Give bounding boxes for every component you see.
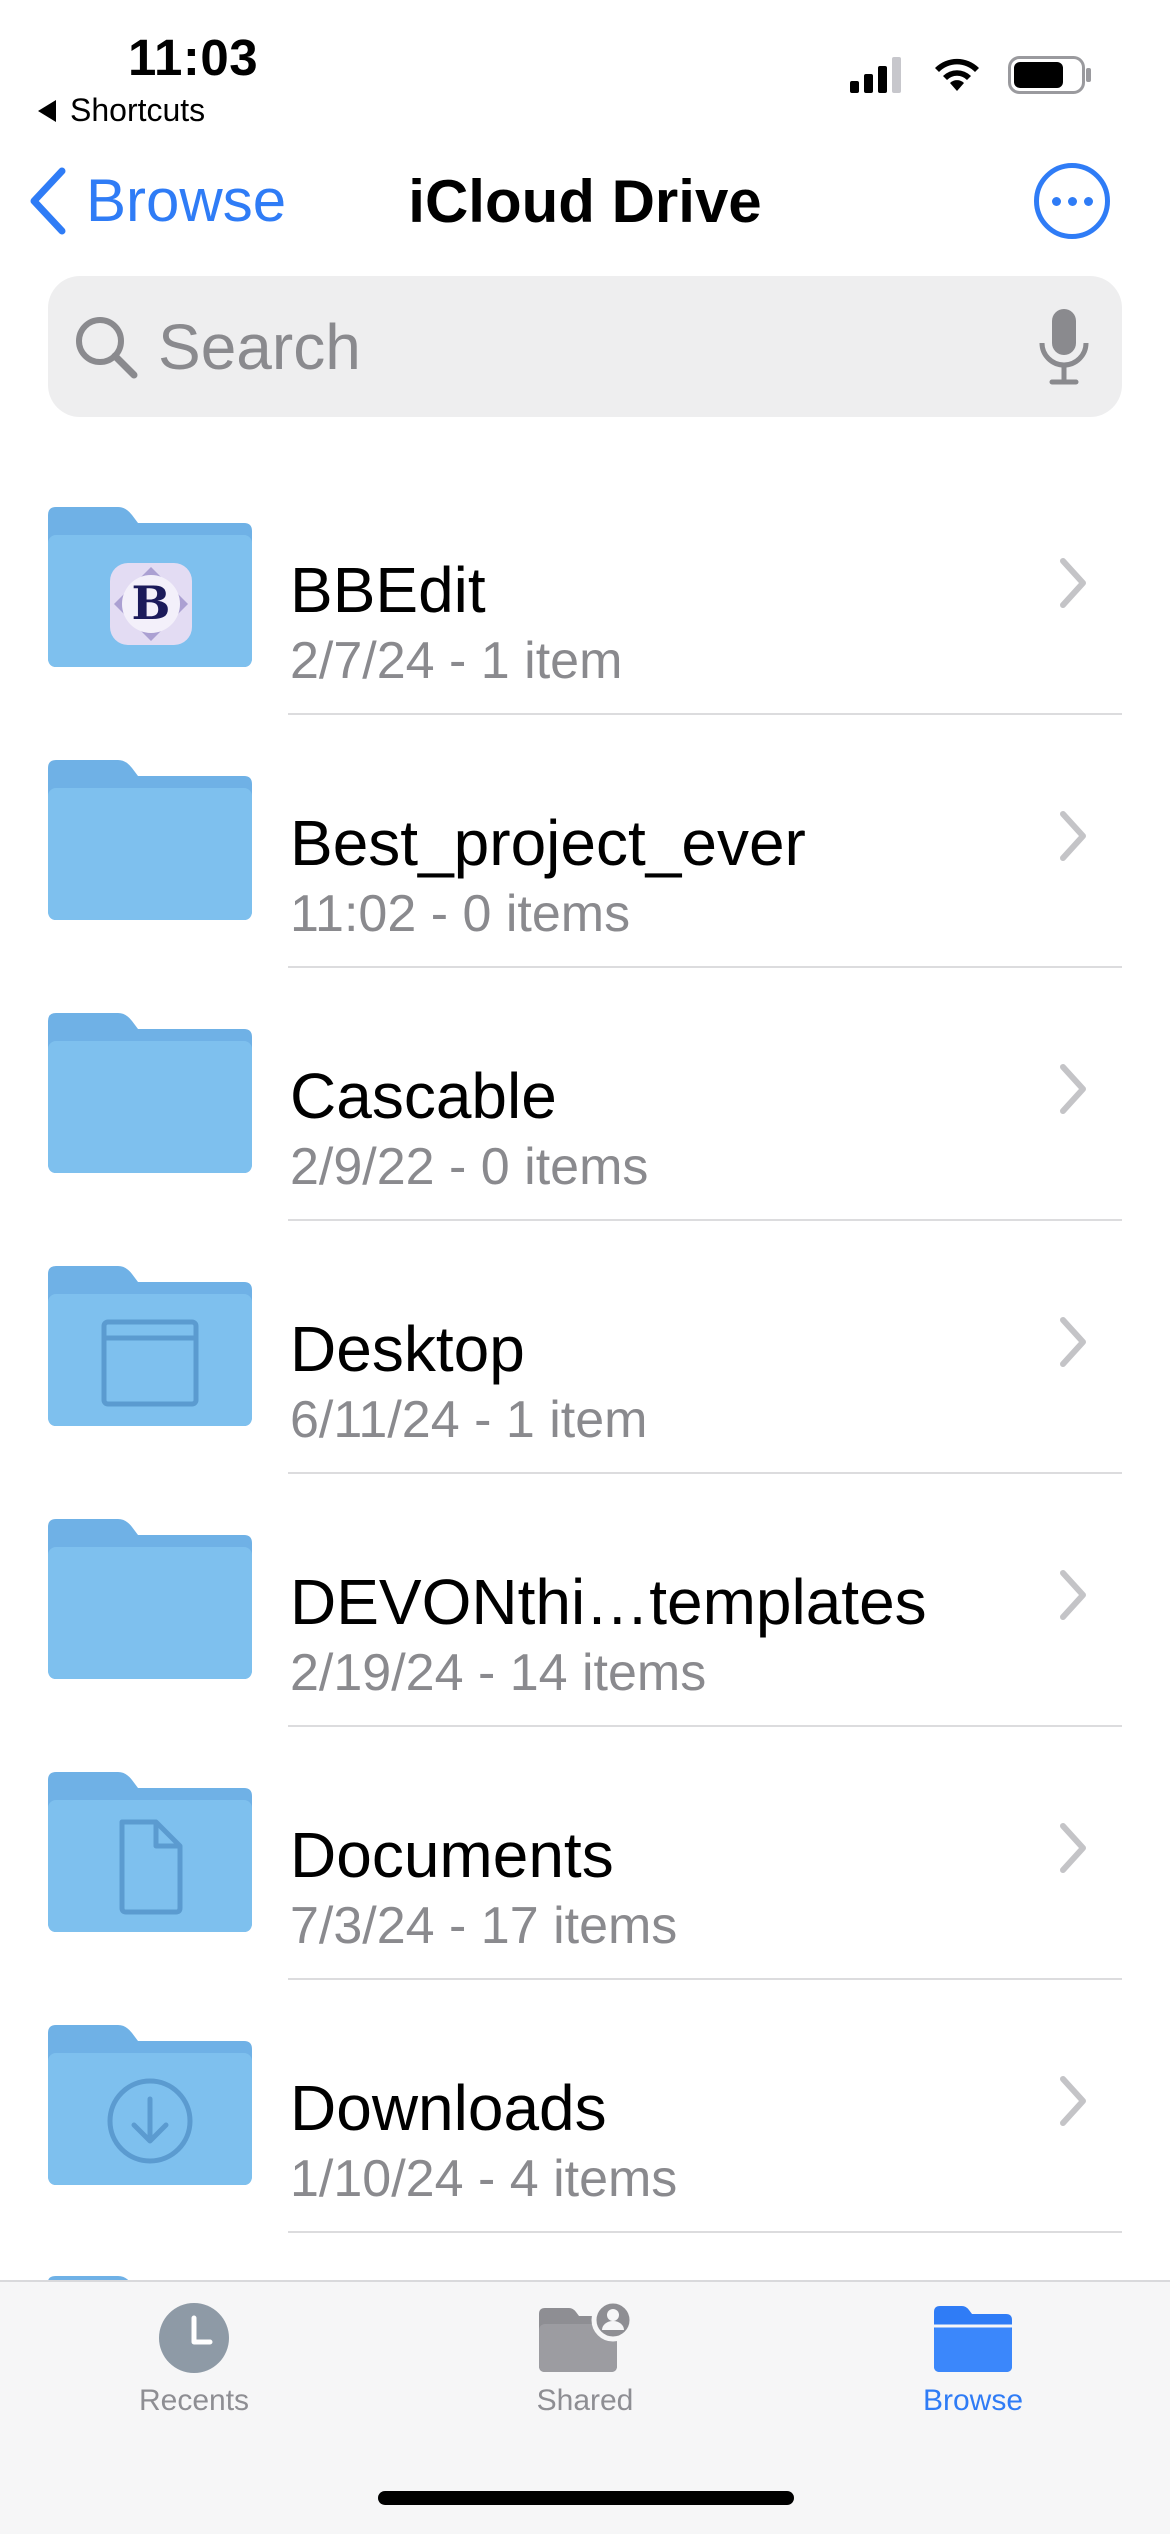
folder-row-desktop[interactable]: Desktop 6/11/24 - 1 item — [0, 1264, 1170, 1517]
tab-shared[interactable]: Shared — [465, 2302, 705, 2418]
folder-icon: B — [48, 507, 252, 667]
ellipsis-dot — [1067, 196, 1077, 206]
row-divider — [288, 713, 1122, 715]
chevron-right-icon — [1060, 1064, 1086, 1114]
back-to-app-link[interactable]: Shortcuts — [38, 92, 205, 129]
folder-meta: 1/10/24 - 4 items — [290, 2150, 678, 2208]
folder-icon — [48, 760, 252, 920]
row-divider — [288, 1219, 1122, 1221]
folder-meta: 11:02 - 0 items — [290, 885, 631, 943]
row-divider — [288, 1725, 1122, 1727]
clock-icon — [159, 2303, 229, 2373]
folder-icon — [48, 1013, 252, 1173]
folder-meta: 6/11/24 - 1 item — [290, 1391, 648, 1449]
row-divider — [288, 1978, 1122, 1980]
chevron-right-icon — [1060, 811, 1086, 861]
ellipsis-dot — [1083, 196, 1093, 206]
folder-meta: 2/7/24 - 1 item — [290, 632, 623, 690]
folder-name: BBEdit — [290, 554, 486, 626]
bbedit-app-icon: B — [110, 563, 192, 645]
row-divider — [288, 2231, 1122, 2233]
search-field[interactable]: Search — [48, 276, 1122, 417]
chevron-right-icon — [1060, 1317, 1086, 1367]
status-icons — [850, 56, 1092, 94]
desktop-folder-icon — [48, 1266, 252, 1426]
chevron-right-icon — [1060, 1823, 1086, 1873]
ellipsis-dot — [1051, 196, 1061, 206]
chevron-right-icon — [1060, 1570, 1086, 1620]
folder-meta: 2/9/22 - 0 items — [290, 1138, 649, 1196]
tab-label: Browse — [922, 2384, 1024, 2417]
tab-label: Shared — [536, 2384, 634, 2417]
chevron-right-icon — [1060, 558, 1086, 608]
folder-name: Downloads — [290, 2072, 607, 2144]
wifi-icon — [935, 58, 979, 91]
row-divider — [288, 1472, 1122, 1474]
tab-label: Recents — [138, 2384, 250, 2417]
folder-row-bbedit[interactable]: B BBEdit 2/7/24 - 1 item — [0, 505, 1170, 758]
folder-row-downloads[interactable]: Downloads 1/10/24 - 4 items — [0, 2023, 1170, 2276]
tab-browse[interactable]: Browse — [853, 2302, 1093, 2418]
folder-row-best-project-ever[interactable]: Best_project_ever 11:02 - 0 items — [0, 758, 1170, 1011]
downloads-folder-icon — [48, 2025, 252, 2185]
svg-text:B: B — [132, 576, 171, 630]
row-divider — [288, 966, 1122, 968]
folder-meta: 7/3/24 - 17 items — [290, 1897, 678, 1955]
folder-name: DEVONthi…templates — [290, 1566, 927, 1638]
battery-icon — [1008, 56, 1091, 94]
home-indicator[interactable] — [378, 2491, 794, 2505]
documents-folder-icon — [48, 1772, 252, 1932]
tab-recents[interactable]: Recents — [74, 2302, 314, 2418]
folder-meta: 2/19/24 - 14 items — [290, 1644, 707, 1702]
folder-row-documents[interactable]: Documents 7/3/24 - 17 items — [0, 1770, 1170, 2023]
more-options-button[interactable] — [1034, 163, 1110, 239]
status-time: 11:03 — [128, 29, 259, 86]
page-title: iCloud Drive — [408, 168, 762, 235]
folder-icon — [48, 1519, 252, 1679]
folder-row-devonthink-templates[interactable]: DEVONthi…templates 2/19/24 - 14 items — [0, 1517, 1170, 1770]
folder-row-cascable[interactable]: Cascable 2/9/22 - 0 items — [0, 1011, 1170, 1264]
microphone-icon[interactable] — [1036, 307, 1092, 387]
folder-name: Desktop — [290, 1313, 525, 1385]
folder-name: Best_project_ever — [290, 807, 806, 879]
search-icon — [76, 316, 138, 378]
cellular-signal-icon — [850, 57, 901, 93]
back-app-label: Shortcuts — [70, 92, 206, 128]
chevron-right-icon — [1060, 2076, 1086, 2126]
folder-name: Documents — [290, 1819, 614, 1891]
back-triangle-icon — [38, 99, 56, 122]
folder-name: Cascable — [290, 1060, 557, 1132]
search-placeholder: Search — [158, 310, 361, 383]
folder-icon — [934, 2306, 1012, 2372]
shared-folder-icon — [539, 2302, 633, 2372]
